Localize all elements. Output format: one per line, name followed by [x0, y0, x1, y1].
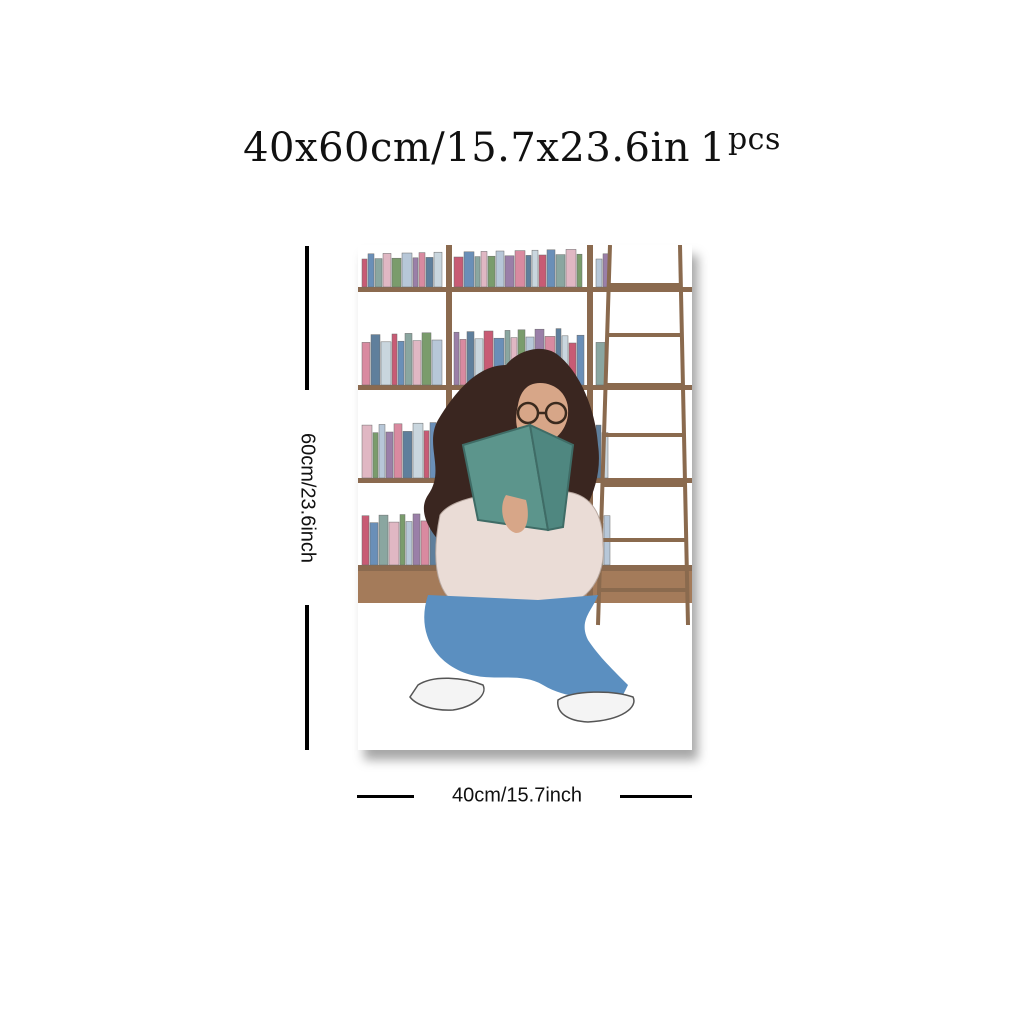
book-spine [514, 250, 526, 288]
book-spine [421, 332, 432, 386]
book-spine [361, 424, 373, 479]
book-spine [397, 340, 405, 386]
width-dimension-label: 40cm/15.7inch [451, 784, 583, 807]
book-spine [531, 249, 539, 288]
book-spine [391, 333, 398, 386]
book-spine [374, 258, 383, 288]
book-spine [595, 342, 606, 386]
width-dimension-line-left [357, 795, 414, 798]
book-spine [453, 331, 460, 386]
book-spine [576, 253, 583, 288]
book-spine [372, 432, 379, 479]
book-spine [370, 334, 381, 386]
book-spine [382, 253, 392, 288]
height-dimension-line-bottom [305, 605, 309, 750]
book-spine [367, 253, 375, 288]
book-spine [418, 252, 426, 288]
quantity-unit: pcs [727, 122, 781, 157]
book-spine [595, 258, 603, 288]
book-spine [385, 431, 394, 479]
book-spine [431, 339, 443, 386]
book-spine [404, 333, 413, 386]
book-spine [555, 254, 566, 288]
book-spine [402, 431, 413, 479]
book-spine [380, 341, 392, 386]
width-dimension-line-right [620, 795, 692, 798]
book-spine [538, 254, 547, 288]
quantity-number: 1 [700, 125, 726, 171]
size-text: 40x60cm/15.7x23.6in [243, 125, 691, 171]
height-dimension-line-top [305, 246, 309, 390]
book-spine [361, 258, 368, 288]
book-spine [546, 249, 556, 288]
book-spine [388, 521, 400, 566]
book-spine [453, 256, 464, 288]
book-spine [459, 339, 467, 386]
book-spine [433, 251, 443, 288]
book-spine [525, 255, 532, 288]
height-dimension-label: 60cm/23.6inch [296, 432, 319, 564]
book-spine [466, 331, 475, 386]
book-spine [378, 514, 389, 566]
size-title: 40x60cm/15.7x23.6in 1pcs [0, 122, 1024, 171]
book-spine [504, 255, 515, 288]
book-spine [474, 256, 481, 288]
reading-girl-illustration [358, 245, 692, 750]
book-spine [420, 520, 430, 566]
book-spine [487, 255, 496, 288]
book-spine [369, 522, 379, 566]
book-spine [463, 251, 475, 288]
book-spine [412, 340, 422, 386]
book-spine [412, 513, 421, 566]
book-spine [565, 249, 577, 288]
book-spine [423, 430, 430, 479]
book-spine [412, 422, 424, 479]
book-spine [495, 250, 505, 288]
book-spine [576, 334, 585, 386]
book-spine [361, 342, 371, 386]
book-spine [480, 251, 488, 288]
book-spine [425, 257, 434, 288]
book-spine [361, 515, 370, 566]
canvas-print [358, 245, 692, 750]
book-spine [412, 257, 419, 288]
book-spine [399, 514, 406, 566]
book-spine [391, 257, 402, 288]
book-spine [405, 521, 413, 566]
book-spine [378, 424, 386, 479]
book-spine [401, 252, 413, 288]
book-spine [393, 423, 403, 479]
